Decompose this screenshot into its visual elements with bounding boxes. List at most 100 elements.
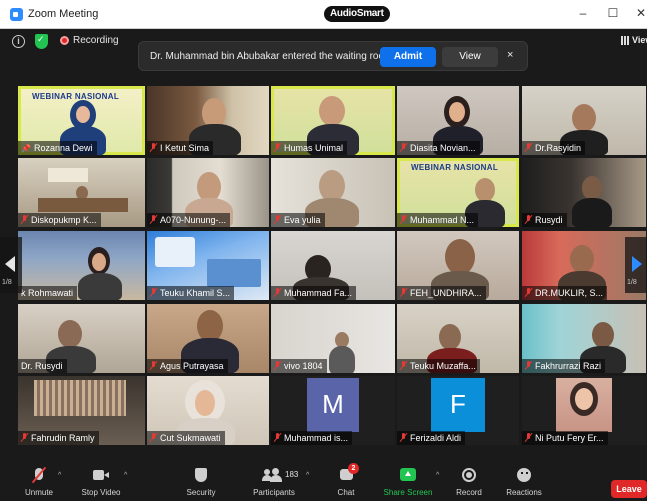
video-tile[interactable]: Teuku Khamil S... xyxy=(147,231,269,300)
security-button[interactable]: Security xyxy=(183,465,219,497)
muted-mic-icon xyxy=(400,433,407,442)
next-page-button[interactable]: 1/8 xyxy=(625,237,647,293)
video-tile[interactable]: Dr.Rasyidin xyxy=(522,86,646,155)
video-tile[interactable]: Fahrudin Ramly xyxy=(18,376,145,445)
audio-options-caret-icon[interactable]: ^ xyxy=(58,472,61,479)
muted-mic-icon xyxy=(150,361,157,370)
window-title: Zoom Meeting xyxy=(28,8,99,20)
participant-name: Diasita Novian... xyxy=(397,141,480,155)
participant-name: Dr. Rusydi xyxy=(18,359,67,373)
muted-mic-icon xyxy=(150,143,157,152)
participant-name: Rusydi xyxy=(522,213,567,227)
video-tile[interactable]: Diskopukmp K... xyxy=(18,158,145,227)
participants-count: 183 xyxy=(285,470,299,479)
video-tile[interactable]: Fakhrurrazi Razi xyxy=(522,304,646,373)
participants-options-caret-icon[interactable]: ^ xyxy=(306,472,309,479)
previous-page-button[interactable]: 1/8 xyxy=(0,237,22,293)
participant-name: Dr.Rasyidin xyxy=(522,141,586,155)
participant-name: Humas Unimal xyxy=(271,141,348,155)
participant-initial: M xyxy=(322,389,344,419)
muted-mic-icon xyxy=(274,288,281,297)
minimize-button[interactable]: – xyxy=(574,6,592,20)
video-tile[interactable]: k Rohmawati xyxy=(18,231,145,300)
muted-mic-icon xyxy=(274,143,281,152)
participant-name: Fahrudin Ramly xyxy=(18,431,99,445)
muted-mic-icon xyxy=(274,361,281,370)
muted-mic-icon xyxy=(400,143,407,152)
participant-name: Muhammad N... xyxy=(397,213,479,227)
muted-mic-icon xyxy=(150,288,157,297)
audiosmart-badge[interactable]: AudioSmart xyxy=(324,6,390,22)
muted-mic-icon xyxy=(525,433,532,442)
reactions-button[interactable]: Reactions xyxy=(504,465,544,497)
security-shield-icon xyxy=(183,465,219,485)
muted-mic-icon xyxy=(274,433,281,442)
muted-mic-icon xyxy=(21,215,28,224)
video-tile[interactable]: F Ferizaldi Aldi xyxy=(397,376,519,445)
stop-video-button[interactable]: Stop Video xyxy=(78,465,124,497)
muted-mic-icon xyxy=(150,215,157,224)
participant-name: DR.MUKLIR, S... xyxy=(522,286,608,300)
participant-name: Cut Sukmawati xyxy=(147,431,225,445)
pin-icon: 📌 xyxy=(21,144,31,153)
participant-name: vivo 1804 xyxy=(271,359,327,373)
video-options-caret-icon[interactable]: ^ xyxy=(124,472,127,479)
gallery-grid: WEBINAR NASIONAL 📌 Rozanna Dewi I Ketut S… xyxy=(0,73,647,463)
video-tile[interactable]: Diasita Novian... xyxy=(397,86,519,155)
participant-name: Fakhrurrazi Razi xyxy=(522,359,606,373)
muted-mic-icon xyxy=(525,288,532,297)
zoom-logo-icon xyxy=(10,8,23,21)
leave-meeting-button[interactable]: Leave xyxy=(611,480,647,498)
video-tile[interactable]: Cut Sukmawati xyxy=(147,376,269,445)
maximize-button[interactable]: ☐ xyxy=(604,6,622,20)
record-button[interactable]: Record xyxy=(452,465,486,497)
muted-mic-icon xyxy=(525,215,532,224)
encryption-shield-icon[interactable] xyxy=(35,34,48,49)
video-tile[interactable]: Teuku Muzaffa... xyxy=(397,304,519,373)
video-tile[interactable]: Humas Unimal xyxy=(271,86,395,155)
video-tile[interactable]: WEBINAR NASIONAL 📌 Rozanna Dewi xyxy=(18,86,145,155)
gallery-view-icon[interactable] xyxy=(621,36,630,45)
meeting-info-icon[interactable]: i xyxy=(12,35,25,48)
video-tile[interactable]: Agus Putrayasa xyxy=(147,304,269,373)
video-camera-icon xyxy=(78,465,124,485)
video-tile[interactable]: Rusydi xyxy=(522,158,646,227)
video-tile[interactable]: M Muhammad is... xyxy=(271,376,395,445)
video-tile[interactable]: WEBINAR NASIONAL Muhammad N... xyxy=(397,158,519,227)
view-waiting-room-button[interactable]: View xyxy=(442,47,498,67)
participant-name: A070-Nunung-... xyxy=(147,213,231,227)
muted-mic-icon xyxy=(400,215,407,224)
video-tile[interactable]: Dr. Rusydi xyxy=(18,304,145,373)
waiting-room-message: Dr. Muhammad bin Abubakar entered the wa… xyxy=(150,51,393,62)
view-button[interactable]: View xyxy=(632,35,647,45)
admit-button[interactable]: Admit xyxy=(380,47,436,67)
chat-button[interactable]: 2 Chat xyxy=(330,463,362,497)
meeting-toolbar: Unmute ^ Stop Video ^ Security Participa… xyxy=(0,463,647,501)
video-tile[interactable]: vivo 1804 xyxy=(271,304,395,373)
participant-name: Diskopukmp K... xyxy=(18,213,101,227)
record-icon xyxy=(452,465,486,485)
participant-name: Teuku Muzaffa... xyxy=(397,359,480,373)
participant-name: I Ketut Sima xyxy=(147,141,214,155)
video-tile[interactable]: Eva yulia xyxy=(271,158,395,227)
chat-unread-badge: 2 xyxy=(348,463,359,474)
chevron-left-icon xyxy=(5,256,15,272)
muted-mic-icon xyxy=(525,361,532,370)
close-window-button[interactable]: ✕ xyxy=(632,6,647,20)
recording-label: Recording xyxy=(73,35,119,46)
video-tile[interactable]: FEH_UNDHIRA... xyxy=(397,231,519,300)
close-notification-button[interactable]: × xyxy=(507,49,513,61)
video-tile[interactable]: Ni Putu Fery Er... xyxy=(522,376,646,445)
banner-title: WEBINAR NASIONAL xyxy=(32,92,120,101)
participant-name: Eva yulia xyxy=(271,213,325,227)
share-options-caret-icon[interactable]: ^ xyxy=(436,472,439,479)
video-tile[interactable]: A070-Nunung-... xyxy=(147,158,269,227)
muted-mic-icon xyxy=(400,288,407,297)
title-bar: Zoom Meeting AudioSmart – ☐ ✕ xyxy=(0,0,647,29)
share-screen-icon xyxy=(380,465,436,485)
video-tile[interactable]: I Ketut Sima xyxy=(147,86,269,155)
video-tile[interactable]: Muhammad Fa... xyxy=(271,231,395,300)
unmute-button[interactable]: Unmute xyxy=(20,465,58,497)
share-screen-button[interactable]: Share Screen xyxy=(380,465,436,497)
chevron-right-icon xyxy=(632,256,642,272)
